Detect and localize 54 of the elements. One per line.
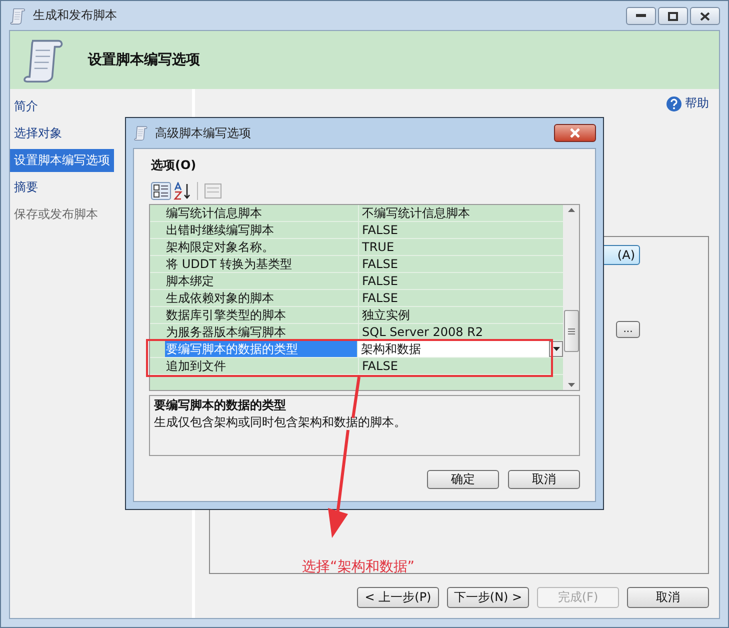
property-name[interactable]: 为服务器版本编写脚本 bbox=[150, 324, 359, 340]
property-value[interactable]: FALSE bbox=[359, 256, 563, 272]
property-value[interactable]: FALSE bbox=[359, 358, 563, 374]
dialog-title: 高级脚本编写选项 bbox=[155, 124, 252, 142]
sort-alphabetical-icon[interactable] bbox=[173, 182, 191, 200]
property-value[interactable]: FALSE bbox=[359, 222, 563, 238]
close-button[interactable] bbox=[690, 7, 720, 25]
minimize-icon bbox=[636, 14, 646, 18]
description-text: 生成仅包含架构或同时包含架构和数据的脚本。 bbox=[154, 414, 407, 431]
property-name[interactable]: 脚本绑定 bbox=[150, 273, 359, 289]
scrollbar[interactable] bbox=[563, 205, 579, 390]
page-title: 设置脚本编写选项 bbox=[88, 51, 200, 69]
sidebar-item[interactable]: 选择对象 bbox=[10, 122, 66, 145]
dialog-icon bbox=[133, 125, 149, 141]
browse-button[interactable]: ... bbox=[616, 321, 640, 338]
dialog-button[interactable]: 取消 bbox=[508, 470, 580, 489]
property-name[interactable]: 追加到文件 bbox=[150, 358, 359, 374]
property-name[interactable]: 编写统计信息脚本 bbox=[150, 205, 359, 221]
wizard-button[interactable]: < 上一步(P) bbox=[357, 587, 439, 608]
property-value[interactable]: SQL Server 2008 R2 bbox=[359, 324, 563, 340]
property-value[interactable]: FALSE bbox=[359, 290, 563, 306]
dialog-button[interactable]: 确定 bbox=[427, 470, 499, 489]
minimize-button[interactable] bbox=[626, 7, 656, 25]
close-icon bbox=[700, 12, 710, 20]
section-label: 选项(O) bbox=[151, 157, 198, 174]
annotation-caption: 选择“架构和数据” bbox=[302, 558, 415, 576]
grip-icon[interactable] bbox=[568, 328, 574, 334]
maximize-button[interactable] bbox=[658, 7, 688, 25]
property-name[interactable]: 将 UDDT 转换为基类型 bbox=[150, 256, 359, 272]
close-icon bbox=[569, 128, 581, 138]
wizard-button[interactable]: 下一步(N) > bbox=[447, 587, 529, 608]
property-name[interactable]: 出错时继续编写脚本 bbox=[150, 222, 359, 238]
caret-icon bbox=[552, 347, 560, 351]
description-title: 要编写脚本的数据的类型 bbox=[154, 397, 287, 414]
sidebar-item[interactable]: 简介 bbox=[10, 95, 42, 118]
property-value[interactable]: 不编写统计信息脚本 bbox=[359, 205, 563, 221]
property-value[interactable]: 架构和数据 bbox=[358, 341, 563, 357]
sidebar-item[interactable]: 摘要 bbox=[10, 176, 42, 199]
help-icon bbox=[666, 96, 682, 112]
close-button[interactable] bbox=[554, 124, 596, 142]
property-value[interactable]: TRUE bbox=[359, 239, 563, 255]
maximize-icon bbox=[668, 12, 678, 20]
property-name[interactable]: 要编写脚本的数据的类型 bbox=[165, 341, 358, 357]
property-name[interactable]: 数据库引擎类型的脚本 bbox=[150, 307, 359, 323]
window-title: 生成和发布脚本 bbox=[33, 7, 118, 24]
property-name[interactable]: 架构限定对象名称。 bbox=[150, 239, 359, 255]
help-link[interactable]: 帮助 bbox=[685, 95, 709, 112]
wizard-button[interactable]: 取消 bbox=[627, 587, 709, 608]
sidebar-item[interactable]: 设置脚本编写选项 bbox=[10, 149, 114, 172]
categorized-icon[interactable] bbox=[151, 182, 171, 200]
app-icon bbox=[9, 6, 27, 24]
property-name[interactable]: 生成依赖对象的脚本 bbox=[150, 290, 359, 306]
property-value[interactable]: 独立实例 bbox=[359, 307, 563, 323]
property-value[interactable]: FALSE bbox=[359, 273, 563, 289]
